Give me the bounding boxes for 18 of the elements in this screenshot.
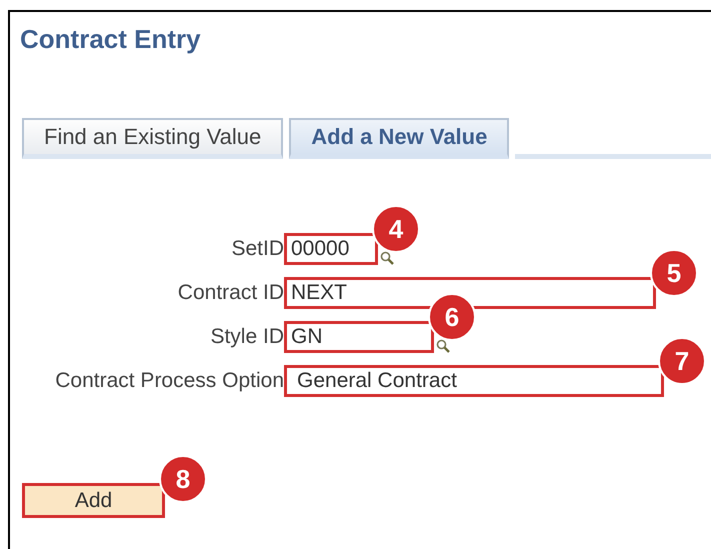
search-icon[interactable]	[380, 251, 394, 265]
input-field[interactable]: NEXT	[284, 277, 656, 309]
step-number-badge: 5	[650, 249, 698, 297]
dropdown-field[interactable]: General Contract	[284, 365, 664, 397]
tab[interactable]: Add a New Value	[289, 118, 510, 159]
field-label: Contract Process Option	[55, 369, 284, 393]
tab[interactable]: Find an Existing Value	[22, 118, 284, 159]
search-icon[interactable]	[436, 339, 450, 353]
step-number-badge: 8	[159, 455, 207, 503]
add-button[interactable]: Add	[22, 483, 165, 518]
field-label: Style ID	[210, 325, 284, 349]
step-number-badge: 4	[372, 205, 420, 253]
field-label: Contract ID	[178, 281, 284, 305]
input-field[interactable]: 00000	[284, 233, 378, 265]
page-title: Contract Entry	[20, 24, 201, 55]
field-label: SetID	[231, 237, 284, 261]
step-number-badge: 7	[658, 337, 706, 385]
input-field[interactable]: GN	[284, 321, 434, 353]
